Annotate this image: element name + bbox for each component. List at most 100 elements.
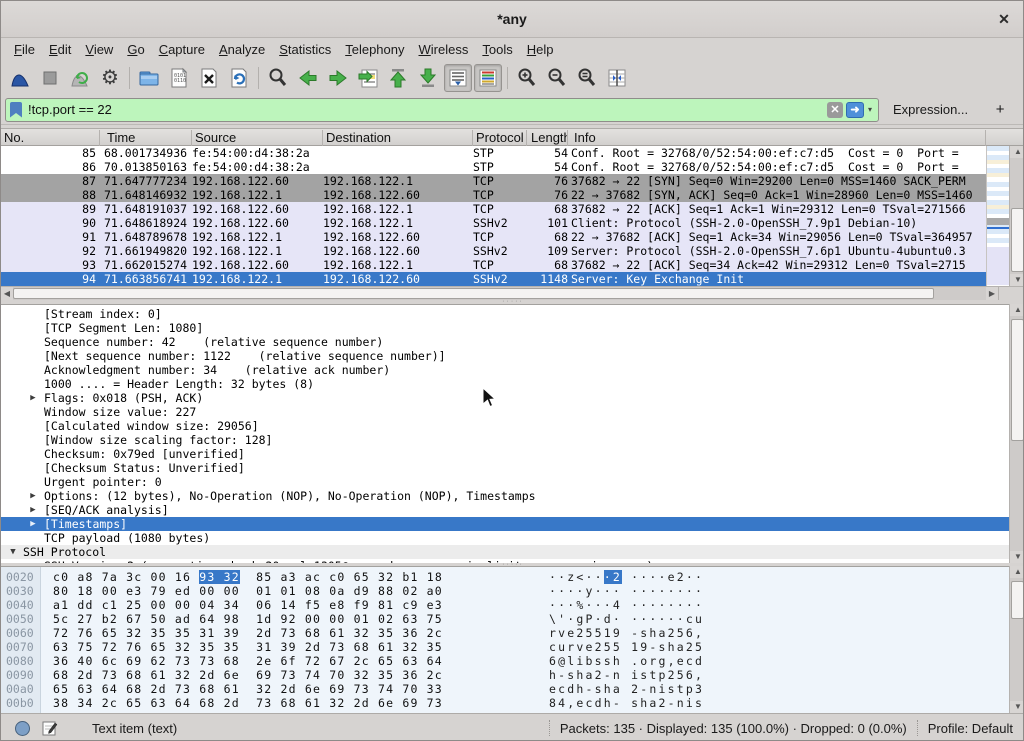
expand-icon[interactable]: ▶ [27, 489, 39, 503]
ascii-bytes[interactable]: \'·gP·d· ······cu [549, 612, 704, 626]
hex-bytes[interactable]: 68 2d 73 68 61 32 2d 6e 69 73 74 70 32 3… [53, 668, 443, 682]
restart-capture-button[interactable] [66, 64, 94, 92]
ascii-bytes[interactable]: ···%···4 ········ [549, 598, 704, 612]
zoom-out-button[interactable] [543, 64, 571, 92]
reload-file-button[interactable] [225, 64, 253, 92]
apply-filter-icon[interactable]: ➜ [846, 102, 864, 118]
detail-line[interactable]: ▶[Timestamps] [1, 517, 1009, 531]
packet-row-92[interactable]: 9271.661949820192.168.122.1192.168.122.6… [1, 244, 986, 258]
ascii-bytes[interactable]: rve25519 -sha256, [549, 626, 704, 640]
packet-list-scrollbar[interactable]: ▲ ▼ [1009, 146, 1024, 286]
column-header-info[interactable]: Info [571, 130, 986, 146]
detail-line[interactable]: Checksum: 0x79ed [unverified] [1, 447, 1009, 461]
menu-item-help[interactable]: Help [520, 39, 561, 60]
column-header-protocol[interactable]: Protocol [473, 130, 527, 146]
hex-bytes[interactable]: 38 34 2c 65 63 64 68 2d 73 68 61 32 2d 6… [53, 696, 443, 710]
menu-item-edit[interactable]: Edit [42, 39, 78, 60]
scroll-right-icon[interactable]: ▶ [986, 287, 998, 301]
ascii-bytes[interactable]: h-sha2-n istp256, [549, 668, 704, 682]
menu-item-file[interactable]: File [7, 39, 42, 60]
packet-row-87[interactable]: 8771.647777234192.168.122.60192.168.122.… [1, 174, 986, 188]
go-forward-button[interactable] [324, 64, 352, 92]
display-filter-input[interactable] [28, 102, 827, 117]
menu-item-capture[interactable]: Capture [152, 39, 212, 60]
details-scrollbar[interactable]: ▲ ▼ [1009, 304, 1024, 563]
colorize-button[interactable] [474, 64, 502, 92]
detail-line[interactable]: Sequence number: 42 (relative sequence n… [1, 335, 1009, 349]
resize-columns-button[interactable] [603, 64, 631, 92]
packet-row-91[interactable]: 9171.648789678192.168.122.1192.168.122.6… [1, 230, 986, 244]
menu-item-tools[interactable]: Tools [475, 39, 519, 60]
packet-bytes-pane[interactable]: 0020c0 a8 7a 3c 00 16 93 32 85 a3 ac c0 … [1, 566, 1009, 713]
detail-line[interactable]: ▶Flags: 0x018 (PSH, ACK) [1, 391, 1009, 405]
zoom-reset-button[interactable] [573, 64, 601, 92]
expert-info-icon[interactable] [15, 721, 30, 736]
expand-icon[interactable]: ▶ [27, 517, 39, 531]
packet-row-85[interactable]: 8568.001734936fe:54:00:d4:38:2aSTP54Conf… [1, 146, 986, 160]
detail-line[interactable]: TCP payload (1080 bytes) [1, 531, 1009, 545]
close-file-button[interactable] [195, 64, 223, 92]
ascii-bytes[interactable]: ····y··· ········ [549, 584, 704, 598]
hex-bytes[interactable]: c0 a8 7a 3c 00 16 93 32 85 a3 ac c0 65 3… [53, 570, 443, 584]
bytes-scrollbar[interactable]: ▲ ▼ [1009, 566, 1024, 713]
close-icon[interactable]: ✕ [995, 10, 1013, 28]
packet-row-89[interactable]: 8971.648191037192.168.122.60192.168.122.… [1, 202, 986, 216]
packet-row-86[interactable]: 8670.013850163fe:54:00:d4:38:2aSTP54Conf… [1, 160, 986, 174]
packet-row-94[interactable]: 9471.663856741192.168.122.1192.168.122.6… [1, 272, 986, 286]
packet-row-88[interactable]: 8871.648146932192.168.122.1192.168.122.6… [1, 188, 986, 202]
detail-line[interactable]: [Stream index: 0] [1, 307, 1009, 321]
menu-item-telephony[interactable]: Telephony [338, 39, 411, 60]
expand-icon[interactable]: ▶ [27, 503, 39, 517]
detail-line[interactable]: [TCP Segment Len: 1080] [1, 321, 1009, 335]
menu-item-go[interactable]: Go [120, 39, 151, 60]
scrollbar-thumb[interactable] [1011, 581, 1024, 619]
column-header-length[interactable]: Length [528, 130, 568, 146]
save-file-button[interactable]: 01010110 [165, 64, 193, 92]
scroll-up-icon[interactable]: ▲ [1010, 566, 1024, 578]
scrollbar-thumb[interactable] [1011, 319, 1024, 441]
hex-row-0030[interactable]: 003080 18 00 e3 79 ed 00 00 01 01 08 0a … [1, 584, 1009, 598]
detail-line[interactable]: Window size value: 227 [1, 405, 1009, 419]
hex-bytes[interactable]: 63 75 72 76 65 32 35 35 31 39 2d 73 68 6… [53, 640, 443, 654]
detail-line[interactable]: [Next sequence number: 1122 (relative se… [1, 349, 1009, 363]
ascii-bytes[interactable]: 6@libssh .org,ecd [549, 654, 704, 668]
hscrollbar-thumb[interactable] [13, 288, 934, 299]
start-capture-button[interactable] [6, 64, 34, 92]
hex-bytes[interactable]: 80 18 00 e3 79 ed 00 00 01 01 08 0a d9 8… [53, 584, 443, 598]
hex-bytes[interactable]: 36 40 6c 69 62 73 73 68 2e 6f 72 67 2c 6… [53, 654, 443, 668]
detail-line[interactable]: 1000 .... = Header Length: 32 bytes (8) [1, 377, 1009, 391]
auto-scroll-button[interactable] [444, 64, 472, 92]
hex-row-00a0[interactable]: 00a065 63 64 68 2d 73 68 61 32 2d 6e 69 … [1, 682, 1009, 696]
column-header-source[interactable]: Source [192, 130, 323, 146]
detail-line[interactable]: Urgent pointer: 0 [1, 475, 1009, 489]
packet-list-hscrollbar[interactable]: ◀ ▶ [1, 286, 998, 300]
profile-text[interactable]: Profile: Default [928, 721, 1013, 736]
collapse-icon[interactable]: ▼ [7, 545, 19, 559]
hex-row-0090[interactable]: 009068 2d 73 68 61 32 2d 6e 69 73 74 70 … [1, 668, 1009, 682]
scroll-left-icon[interactable]: ◀ [1, 287, 13, 301]
detail-line[interactable]: ▼SSH Protocol [1, 545, 1009, 559]
scroll-down-icon[interactable]: ▼ [1010, 274, 1024, 286]
go-last-button[interactable] [414, 64, 442, 92]
go-to-packet-button[interactable] [354, 64, 382, 92]
column-header-destination[interactable]: Destination [323, 130, 473, 146]
capture-options-button[interactable]: ⚙ [96, 64, 124, 92]
hex-row-0060[interactable]: 006072 76 65 32 35 35 31 39 2d 73 68 61 … [1, 626, 1009, 640]
scroll-down-icon[interactable]: ▼ [1010, 551, 1024, 563]
hex-row-0050[interactable]: 00505c 27 b2 67 50 ad 64 98 1d 92 00 00 … [1, 612, 1009, 626]
hex-bytes[interactable]: a1 dd c1 25 00 00 04 34 06 14 f5 e8 f9 8… [53, 598, 443, 612]
packet-row-93[interactable]: 9371.662015274192.168.122.60192.168.122.… [1, 258, 986, 272]
detail-line[interactable]: ▶Options: (12 bytes), No-Operation (NOP)… [1, 489, 1009, 503]
hex-bytes[interactable]: 72 76 65 32 35 35 31 39 2d 73 68 61 32 3… [53, 626, 443, 640]
scroll-up-icon[interactable]: ▲ [1010, 146, 1024, 158]
hex-bytes[interactable]: 5c 27 b2 67 50 ad 64 98 1d 92 00 00 01 0… [53, 612, 443, 626]
detail-line[interactable]: [Calculated window size: 29056] [1, 419, 1009, 433]
expand-icon[interactable]: ▶ [27, 391, 39, 405]
bookmark-icon[interactable] [10, 102, 22, 118]
menu-item-view[interactable]: View [78, 39, 120, 60]
find-packet-button[interactable] [264, 64, 292, 92]
menu-item-wireless[interactable]: Wireless [412, 39, 476, 60]
detail-line[interactable]: ▶[SEQ/ACK analysis] [1, 503, 1009, 517]
hex-row-0040[interactable]: 0040a1 dd c1 25 00 00 04 34 06 14 f5 e8 … [1, 598, 1009, 612]
hex-row-00b0[interactable]: 00b038 34 2c 65 63 64 68 2d 73 68 61 32 … [1, 696, 1009, 710]
